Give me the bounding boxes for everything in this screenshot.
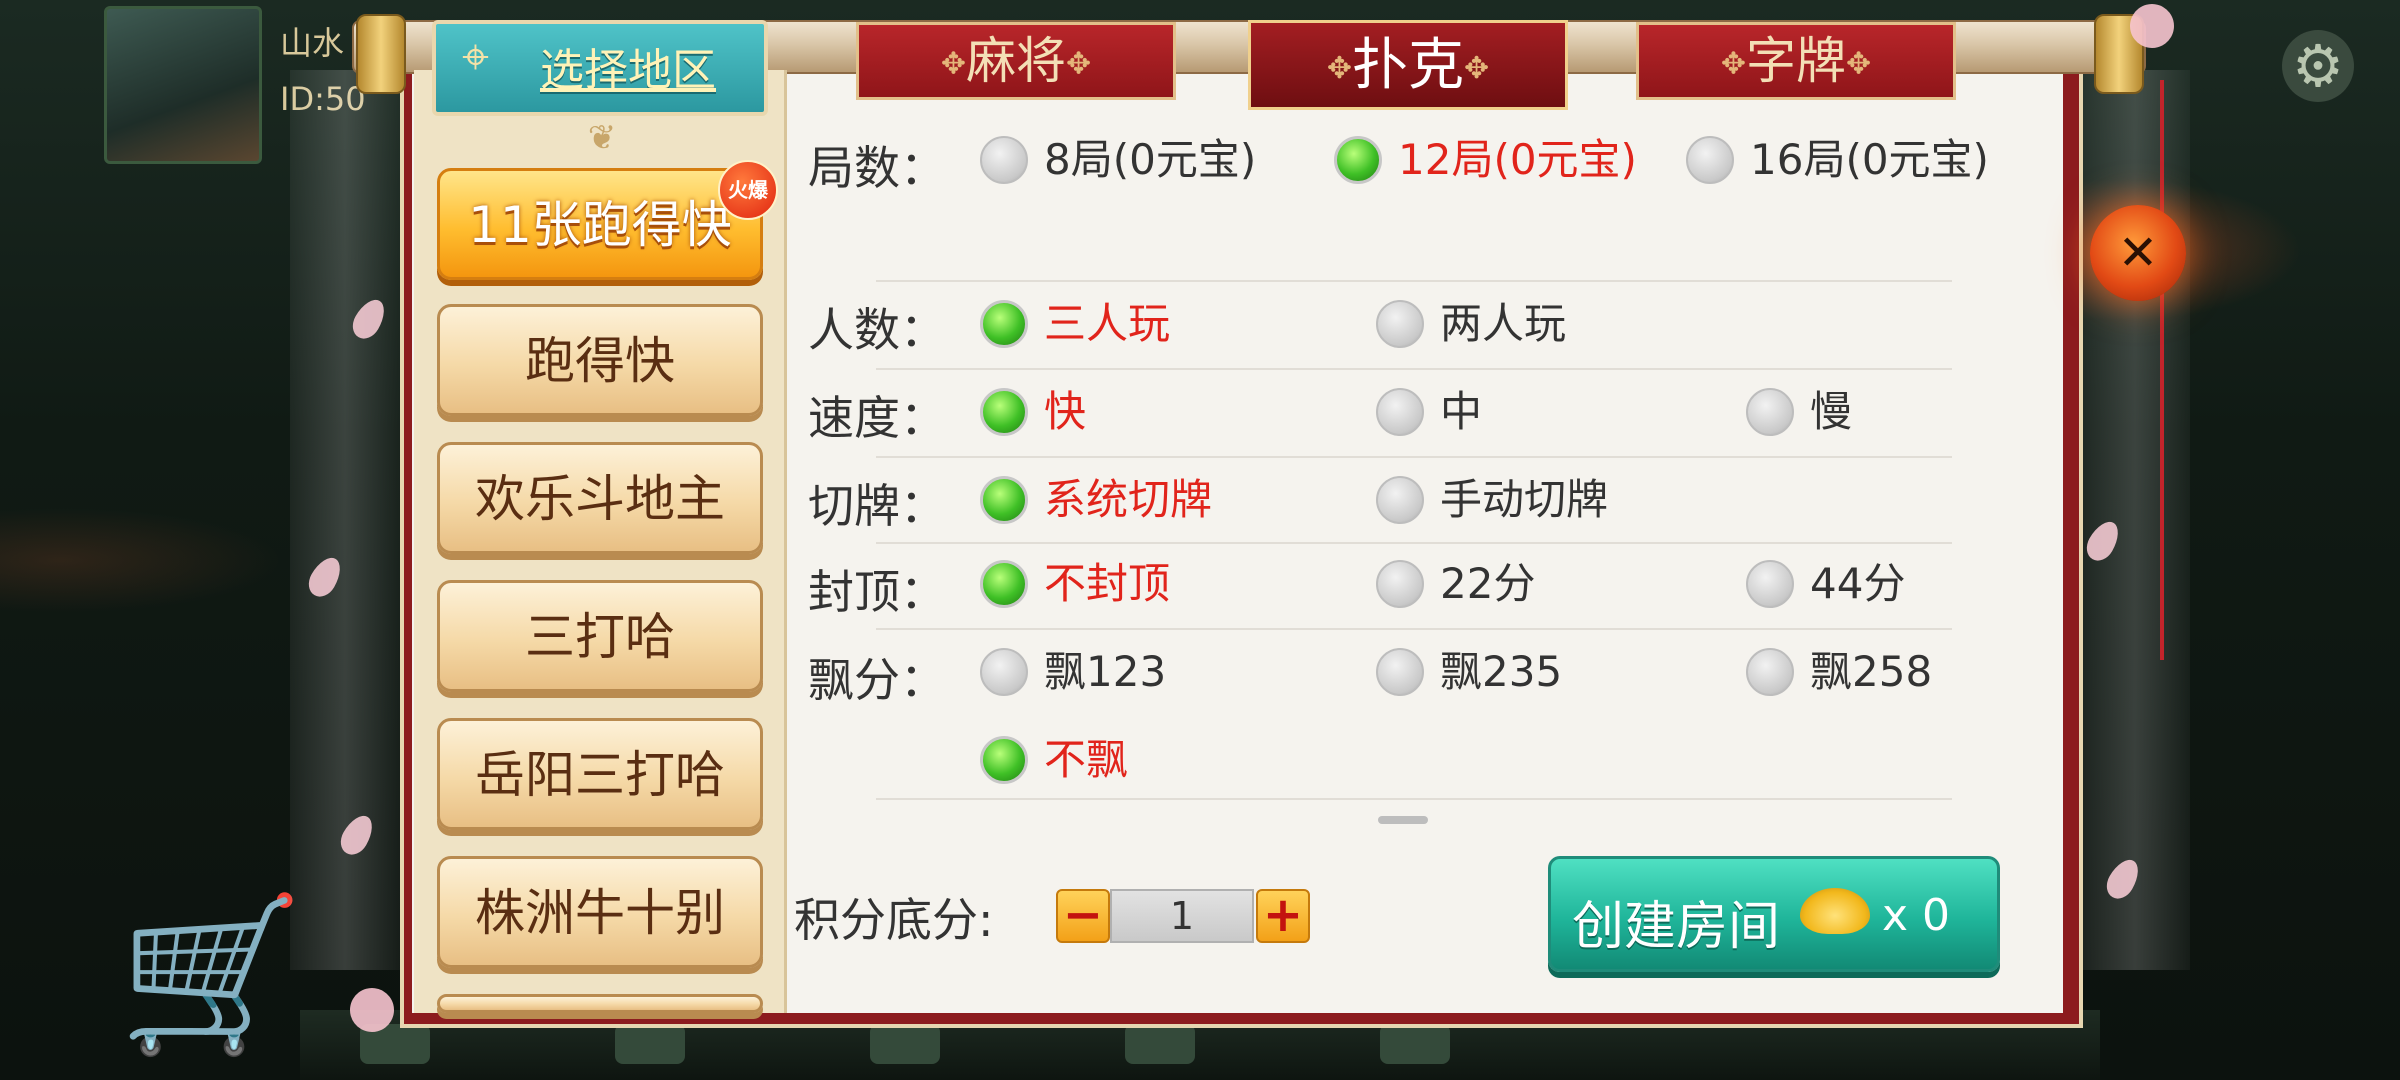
radio-icon[interactable]	[980, 648, 1028, 696]
tab-zipai[interactable]: ✥字牌✥	[1636, 22, 1956, 100]
game-item-sandaha[interactable]: 三打哈	[437, 580, 763, 692]
option-label: 慢	[1810, 387, 1853, 436]
nav-icon[interactable]	[1380, 1024, 1451, 1064]
tab-label: 扑克	[1352, 33, 1464, 98]
divider	[876, 368, 1952, 370]
radio-checked-icon[interactable]	[1334, 136, 1382, 184]
tab-label: 字牌	[1746, 32, 1846, 90]
option-label: 飘123	[1044, 647, 1167, 696]
option-label: 中	[1440, 387, 1483, 436]
radio-icon[interactable]	[1376, 476, 1424, 524]
tassel	[2160, 80, 2164, 660]
option-label: 飘258	[1810, 647, 1933, 696]
tab-label: 麻将	[966, 32, 1066, 90]
ornament-icon: ✥	[1464, 50, 1490, 86]
create-room-label[interactable]: 创建房间	[1572, 884, 1780, 959]
avatar[interactable]	[104, 6, 262, 164]
ornament-icon: ✥	[1846, 46, 1872, 82]
nav-icon[interactable]	[870, 1024, 941, 1064]
game-item-paodekuai[interactable]: 跑得快	[437, 304, 763, 416]
decrement-button[interactable]: −	[1056, 889, 1110, 943]
rounds-label: 局数：	[808, 141, 946, 195]
rod-cap-left	[356, 14, 406, 94]
username: 山水	[280, 24, 345, 62]
game-item-yueyang-sandaha[interactable]: 岳阳三打哈	[437, 718, 763, 830]
nav-icon[interactable]	[615, 1024, 686, 1064]
option-label: 两人玩	[1440, 299, 1567, 348]
radio-checked-icon[interactable]	[980, 388, 1028, 436]
radio-checked-icon[interactable]	[980, 300, 1028, 348]
shuffle-label: 切牌：	[808, 479, 946, 533]
base-score-label: 积分底分:	[794, 893, 994, 947]
nav-icon[interactable]	[1125, 1024, 1196, 1064]
divider	[876, 628, 1952, 630]
option-label: 不飘	[1044, 735, 1129, 784]
radio-icon[interactable]	[1376, 388, 1424, 436]
location-pin-icon: ⌖	[462, 29, 490, 85]
option-label: 飘235	[1440, 647, 1563, 696]
game-item-partial[interactable]	[437, 994, 763, 1013]
ornament-icon: ✥	[1326, 50, 1352, 86]
option-label: 三人玩	[1044, 299, 1171, 348]
radio-icon[interactable]	[1746, 560, 1794, 608]
ornament-icon: ✥	[1066, 46, 1092, 82]
option-label: 22分	[1440, 559, 1536, 608]
ornament-icon: ❦	[587, 118, 617, 158]
divider	[876, 798, 1952, 800]
close-icon[interactable]: ✕	[2090, 205, 2186, 301]
option-label: 不封顶	[1044, 559, 1171, 608]
radio-checked-icon[interactable]	[980, 560, 1028, 608]
ingot-cost: x 0	[1882, 890, 1951, 941]
radio-icon[interactable]	[980, 136, 1028, 184]
tab-mahjong[interactable]: ✥麻将✥	[856, 22, 1176, 100]
option-label: 16局(0元宝)	[1750, 135, 1989, 184]
tab-poker[interactable]: ✥扑克✥	[1248, 20, 1568, 110]
radio-icon[interactable]	[1376, 560, 1424, 608]
game-item-11-paodekuai[interactable]: 11张跑得快	[437, 168, 763, 280]
option-label: 44分	[1810, 559, 1906, 608]
radio-icon[interactable]	[1746, 648, 1794, 696]
option-label: 快	[1044, 387, 1087, 436]
gear-icon[interactable]: ⚙	[2282, 30, 2354, 102]
game-item-doudizhu[interactable]: 欢乐斗地主	[437, 442, 763, 554]
radio-icon[interactable]	[1686, 136, 1734, 184]
radio-checked-icon[interactable]	[980, 476, 1028, 524]
radio-icon[interactable]	[1376, 648, 1424, 696]
hot-badge: 火爆	[718, 160, 778, 220]
select-region-label[interactable]: 选择地区	[540, 34, 716, 98]
option-label: 手动切牌	[1440, 475, 1609, 524]
increment-button[interactable]: +	[1256, 889, 1310, 943]
option-label: 12局(0元宝)	[1398, 135, 1637, 184]
game-item-zhuzhou-niushibie[interactable]: 株洲牛十别	[437, 856, 763, 968]
players-label: 人数：	[808, 303, 946, 357]
shop-cart-icon[interactable]: 🛒	[118, 900, 308, 1050]
piao-label: 飘分：	[808, 653, 946, 707]
option-label: 系统切牌	[1044, 475, 1213, 524]
speed-label: 速度：	[808, 391, 946, 445]
divider	[876, 542, 1952, 544]
option-label: 8局(0元宝)	[1044, 135, 1257, 184]
gold-ingot-icon	[1800, 888, 1870, 934]
radio-icon[interactable]	[1376, 300, 1424, 348]
ornament-icon: ✥	[1720, 46, 1746, 82]
cap-label: 封顶：	[808, 565, 946, 619]
radio-icon[interactable]	[1746, 388, 1794, 436]
ornament-icon: ✥	[940, 46, 966, 82]
radio-checked-icon[interactable]	[980, 736, 1028, 784]
divider	[876, 456, 1952, 458]
divider	[876, 280, 1952, 282]
partial-option-indicator	[1378, 816, 1428, 824]
base-score-value: 1	[1110, 889, 1254, 943]
